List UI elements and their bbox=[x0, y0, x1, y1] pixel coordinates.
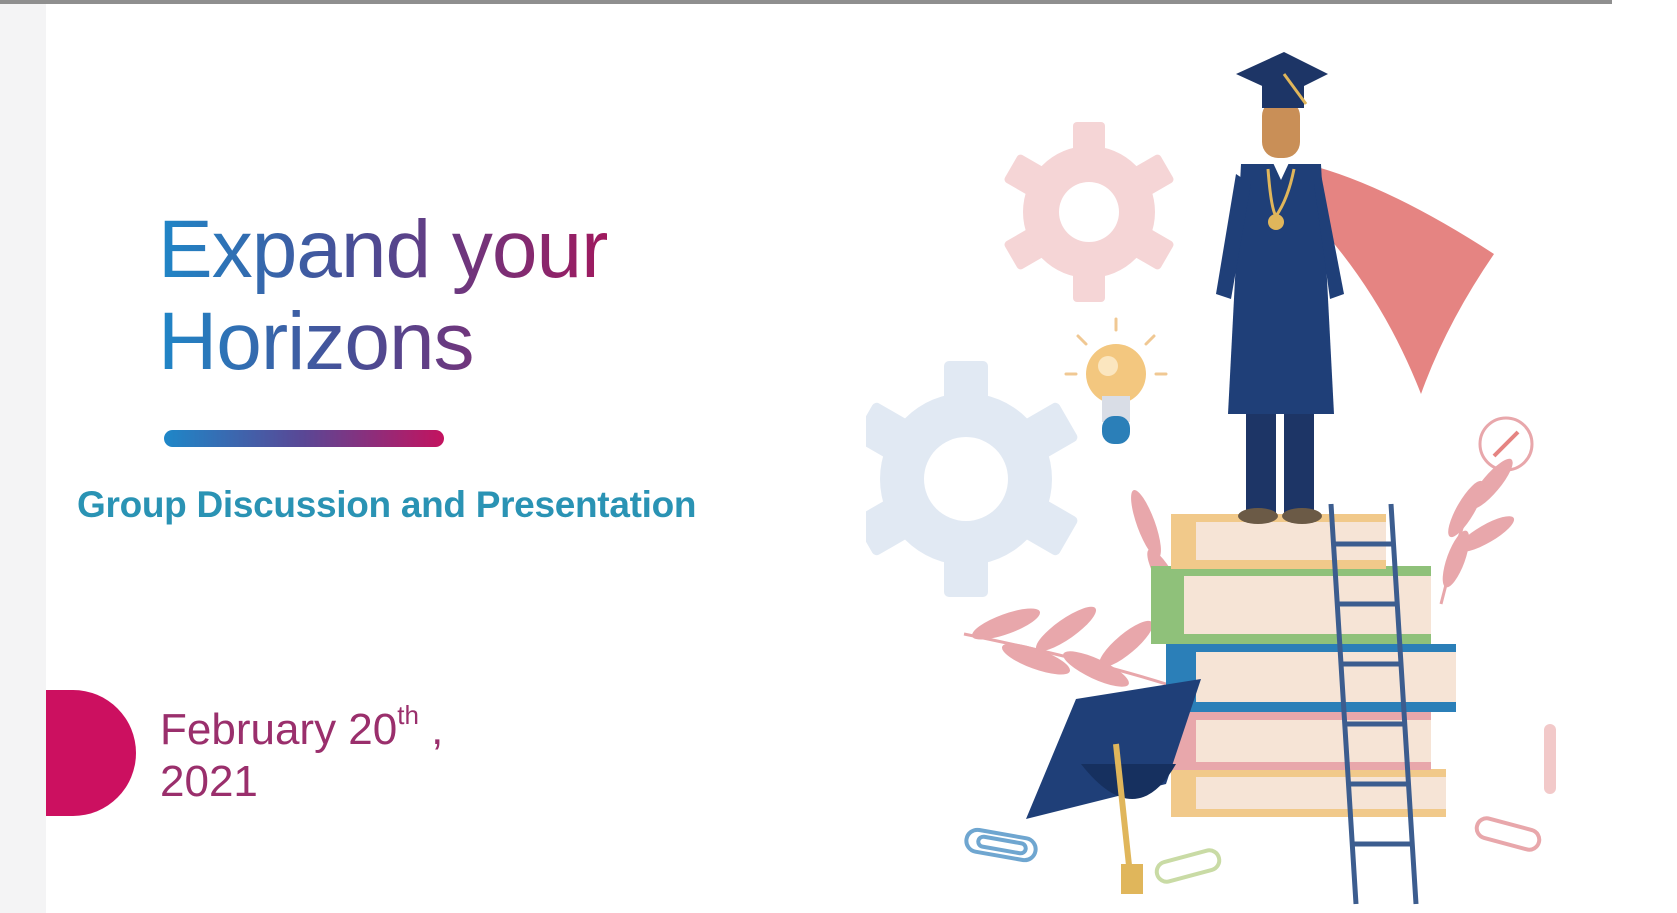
slide-title-line-2: Horizons bbox=[158, 296, 474, 387]
left-margin-strip bbox=[0, 4, 46, 913]
paper-clip-icon bbox=[964, 827, 1038, 863]
gear-icon bbox=[1004, 122, 1174, 302]
mortarboard-icon bbox=[1236, 52, 1328, 108]
slide-subtitle: Group Discussion and Presentation bbox=[77, 484, 697, 525]
leaf-branch bbox=[1439, 458, 1515, 605]
right-margin-strip bbox=[1612, 0, 1677, 913]
slide-title-line-1: Expand your bbox=[158, 204, 608, 295]
presentation-date: February 20th , 2021 bbox=[160, 702, 444, 808]
paper-clip-icon bbox=[1154, 848, 1222, 884]
gradient-divider bbox=[164, 430, 444, 447]
graduate-figure bbox=[1216, 100, 1344, 524]
slide-title: Expand your Horizons bbox=[158, 204, 607, 388]
decorative-bar bbox=[1544, 724, 1556, 794]
date-year: 2021 bbox=[160, 757, 258, 806]
book-stack bbox=[1151, 514, 1456, 817]
paper-clip-icon bbox=[1474, 816, 1542, 852]
accent-half-circle bbox=[46, 690, 136, 816]
title-slide: Expand your Horizons Group Discussion an… bbox=[46, 4, 1612, 913]
graduation-illustration bbox=[866, 52, 1556, 905]
date-comma: , bbox=[418, 705, 444, 754]
date-suffix: th bbox=[397, 700, 419, 731]
date-month-day: February 20 bbox=[160, 705, 398, 754]
lightbulb-icon bbox=[1064, 317, 1168, 444]
gear-icon bbox=[866, 361, 1078, 597]
